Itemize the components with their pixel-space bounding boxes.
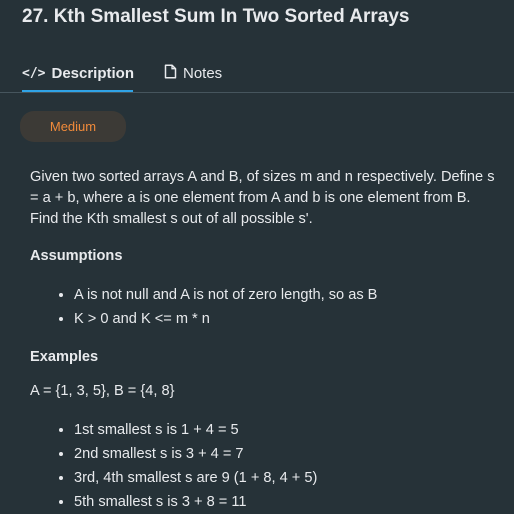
- examples-list: 1st smallest s is 1 + 4 = 5 2nd smallest…: [30, 418, 500, 514]
- tab-bar: </> Description Notes: [0, 56, 514, 93]
- list-item: 2nd smallest s is 3 + 4 = 7: [74, 442, 500, 466]
- tab-notes[interactable]: Notes: [164, 56, 222, 90]
- tab-notes-label: Notes: [183, 64, 223, 82]
- list-item: 5th smallest s is 3 + 8 = 11: [74, 490, 500, 514]
- assumptions-heading: Assumptions: [30, 248, 123, 264]
- list-item: 1st smallest s is 1 + 4 = 5: [74, 418, 500, 442]
- tab-description-label: Description: [51, 64, 134, 82]
- assumptions-list: A is not null and A is not of zero lengt…: [30, 283, 500, 331]
- list-item: A is not null and A is not of zero lengt…: [74, 283, 500, 307]
- difficulty-badge: Medium: [20, 111, 126, 142]
- description-text: Given two sorted arrays A and B, of size…: [30, 169, 495, 227]
- list-item: 3rd, 4th smallest s are 9 (1 + 8, 4 + 5): [74, 466, 500, 490]
- code-icon: </>: [22, 65, 46, 81]
- list-item: K > 0 and K <= m * n: [74, 307, 500, 331]
- problem-description: Given two sorted arrays A and B, of size…: [30, 167, 500, 514]
- tab-description[interactable]: </> Description: [22, 56, 134, 92]
- example-input: A = {1, 3, 5}, B = {4, 8}: [30, 383, 175, 399]
- document-icon: [164, 63, 177, 83]
- problem-title: 27. Kth Smallest Sum In Two Sorted Array…: [22, 6, 410, 27]
- examples-heading: Examples: [30, 349, 99, 365]
